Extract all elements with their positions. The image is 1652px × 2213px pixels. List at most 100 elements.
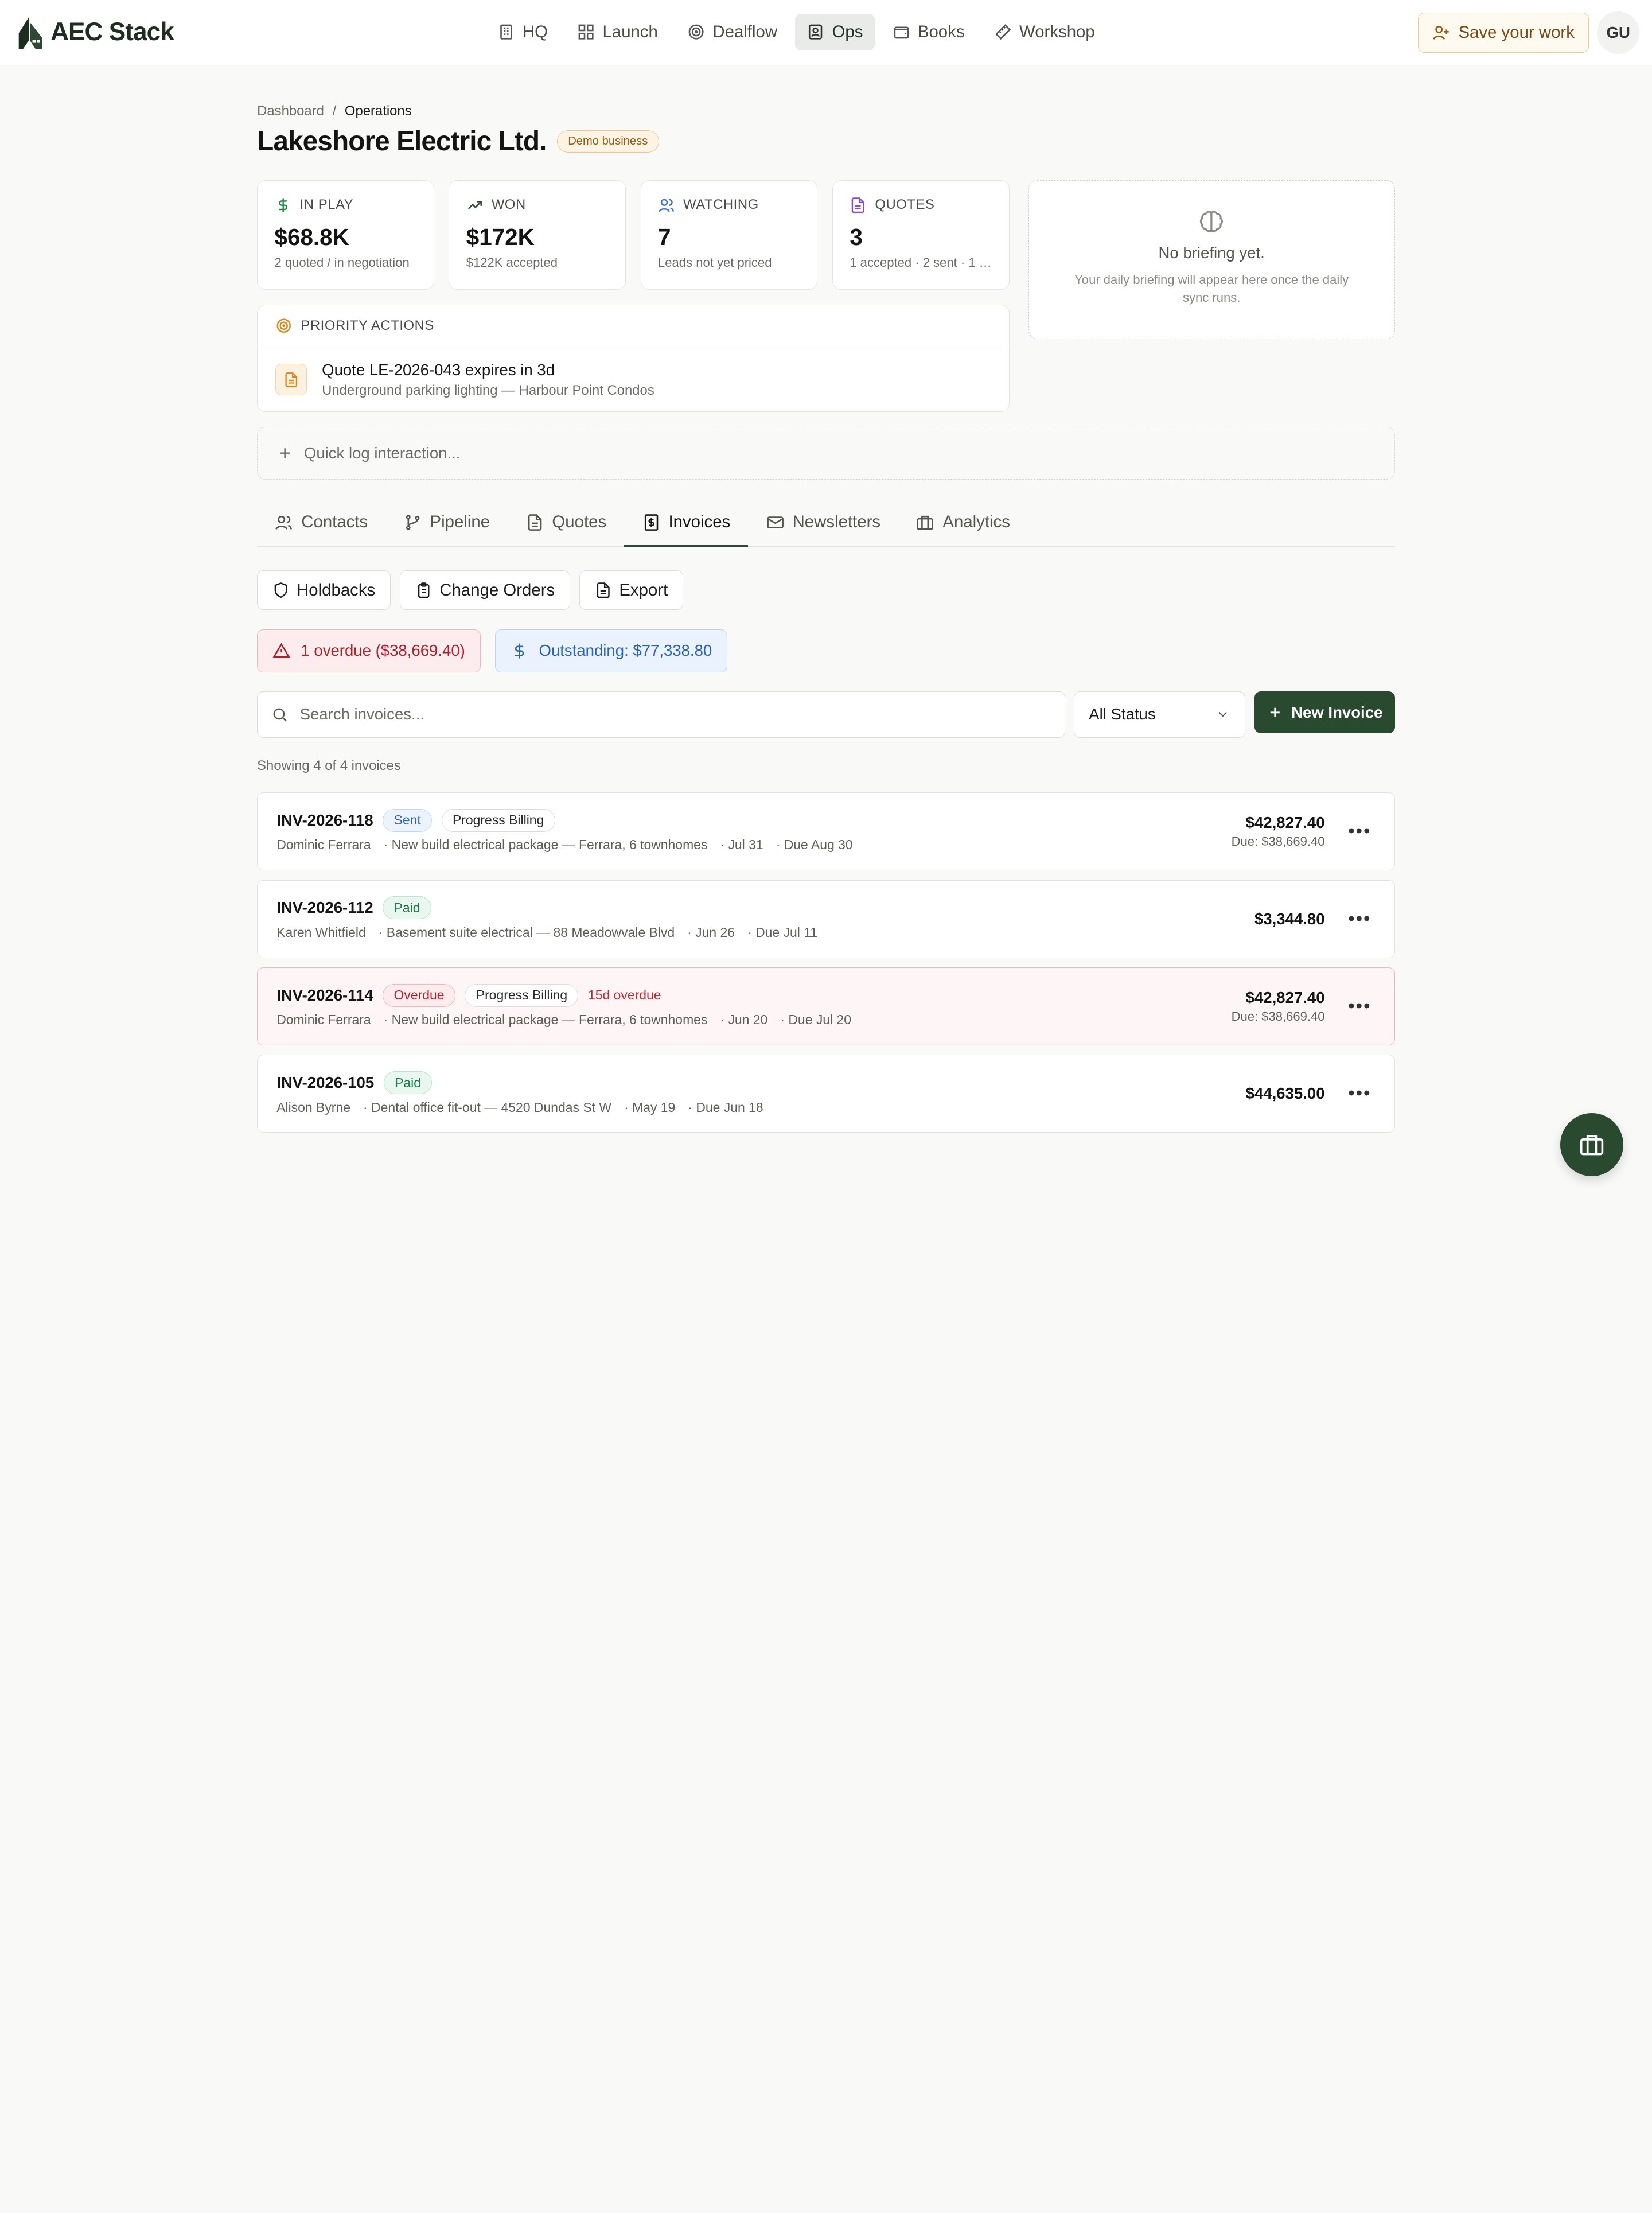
priority-item-title: Quote LE-2026-043 expires in 3d [322,361,555,379]
change-orders-button[interactable]: Change Orders [400,570,570,610]
new-invoice-button[interactable]: New Invoice [1254,691,1395,734]
change-orders-label: Change Orders [439,580,555,600]
tab-pipeline[interactable]: Pipeline [385,500,508,547]
nav-item-books[interactable]: Books [881,14,976,50]
stat-card-won[interactable]: WON $172K $122K accepted [449,180,626,290]
nav-item-dealflow[interactable]: Dealflow [676,14,789,50]
stat-head: WATCHING [658,197,800,213]
invoice-meta: Alison Byrne · Dental office fit-out — 4… [276,1100,1376,1115]
invoice-number: INV-2026-118 [276,811,373,829]
tab-newsletters[interactable]: Newsletters [748,500,898,547]
plus-icon [276,445,293,461]
invoice-row[interactable]: INV-2026-105 Paid Alison Byrne · Dental … [257,1055,1395,1133]
nav-item-launch[interactable]: Launch [566,14,669,50]
tab-label: Contacts [301,512,368,532]
warning-triangle-icon [272,642,290,660]
invoice-row[interactable]: INV-2026-118 Sent Progress Billing Domin… [257,792,1395,871]
status-filter-select[interactable]: All Status [1073,691,1245,738]
overdue-alert[interactable]: 1 overdue ($38,669.40) [257,629,481,672]
quick-log-button[interactable]: Quick log interaction... [257,426,1395,480]
dollar-icon [275,197,291,213]
stat-card-in-play[interactable]: IN PLAY $68.8K 2 quoted / in negotiation [257,180,434,290]
file-icon [526,514,544,531]
search-icon [271,706,288,723]
invoice-number: INV-2026-114 [276,986,373,1004]
toolbox-icon [1579,1132,1604,1157]
invoice-due-amount: Due: $38,669.40 [1231,834,1325,849]
invoice-list: INV-2026-118 Sent Progress Billing Domin… [257,792,1395,1142]
save-work-label: Save your work [1458,22,1575,42]
building-icon [497,23,515,41]
invoice-client: Dominic Ferrara [276,1012,371,1028]
main-nav: HQ Launch Dealflow Ops Books Workshop [486,13,1106,51]
priority-item[interactable]: Quote LE-2026-043 expires in 3d Undergro… [258,347,1008,412]
invoice-client: Karen Whitfield [276,924,366,940]
status-badge: Overdue [383,983,455,1007]
stat-value: 3 [850,224,863,251]
export-button[interactable]: Export [579,570,683,610]
invoice-row-top: INV-2026-112 Paid [276,895,1376,920]
status-badge: Paid [383,1071,433,1095]
invoice-total: $42,827.40 [1245,989,1325,1007]
toolbox-fab-button[interactable] [1560,1113,1624,1176]
stat-sub: $122K accepted [466,255,558,270]
user-plus-icon [1432,24,1450,41]
tab-analytics[interactable]: Analytics [898,500,1028,547]
invoice-date: · Jun 26 [687,924,735,940]
priority-heading: PRIORITY ACTIONS [258,305,1009,348]
brand-name: AEC Stack [50,18,174,46]
breadcrumb-dashboard[interactable]: Dashboard [257,103,324,119]
brand[interactable]: AEC Stack [17,14,174,50]
invoice-meta: Dominic Ferrara · New build electrical p… [276,837,1376,853]
invoice-row[interactable]: INV-2026-112 Paid Karen Whitfield · Base… [257,880,1395,958]
nav-item-ops[interactable]: Ops [795,13,875,51]
invoice-total: $42,827.40 [1245,814,1325,832]
nav-item-hq[interactable]: HQ [486,14,560,50]
more-options-icon[interactable]: ••• [1348,1083,1371,1104]
status-badge: Sent [383,808,433,832]
invoice-row-top: INV-2026-114 Overdue Progress Billing 15… [276,983,1376,1008]
invoice-total: $44,635.00 [1245,1084,1325,1103]
tab-quotes[interactable]: Quotes [508,500,624,547]
stat-value: $68.8K [274,224,349,251]
more-options-icon[interactable]: ••• [1348,908,1371,930]
holdbacks-button[interactable]: Holdbacks [257,570,391,610]
brain-icon [1198,208,1225,236]
dollar-icon [511,642,528,660]
tab-invoices[interactable]: Invoices [624,500,749,547]
chevron-down-icon [1215,707,1230,722]
trending-up-icon [466,197,483,213]
invoice-number: INV-2026-105 [276,1074,375,1092]
invoice-date: · May 19 [624,1099,676,1115]
user-avatar[interactable]: GU [1597,11,1639,54]
invoice-meta: Dominic Ferrara · New build electrical p… [276,1012,1376,1028]
stat-label: WON [491,197,526,213]
more-options-icon[interactable]: ••• [1348,995,1371,1017]
overdue-note: 15d overdue [588,987,661,1003]
stats-row: IN PLAY $68.8K 2 quoted / in negotiation… [257,180,1010,290]
briefing-panel: No briefing yet. Your daily briefing wil… [1028,180,1395,340]
page: AEC Stack HQ Launch Dealflow Ops Books W… [0,0,1652,1204]
section-tabs: Contacts Pipeline Quotes Invoices Newsle… [257,500,1395,547]
nav-label: HQ [522,22,548,42]
stat-card-watching[interactable]: WATCHING 7 Leads not yet priced [640,180,818,290]
target-icon [687,23,705,41]
search-input[interactable] [299,705,1016,724]
showing-count: Showing 4 of 4 invoices [257,757,401,773]
save-work-button[interactable]: Save your work [1417,13,1589,53]
invoice-row-top: INV-2026-118 Sent Progress Billing [276,808,1376,833]
stat-sub: 1 accepted · 2 sent · 1 d... [850,255,992,270]
more-options-icon[interactable]: ••• [1348,820,1371,842]
tab-label: Quotes [552,512,607,532]
stat-card-quotes[interactable]: QUOTES 3 1 accepted · 2 sent · 1 d... [832,180,1010,290]
ruler-icon [994,23,1012,41]
nav-right: Save your work GU [1417,11,1639,54]
stat-head: IN PLAY [275,197,417,213]
invoice-row[interactable]: INV-2026-114 Overdue Progress Billing 15… [257,967,1395,1045]
invoice-project: · New build electrical package — Ferrara… [383,837,708,853]
nav-item-workshop[interactable]: Workshop [983,14,1106,50]
tab-contacts[interactable]: Contacts [257,500,385,547]
stat-value: 7 [658,224,671,251]
mail-icon [766,514,784,531]
clipboard-icon [415,582,432,598]
